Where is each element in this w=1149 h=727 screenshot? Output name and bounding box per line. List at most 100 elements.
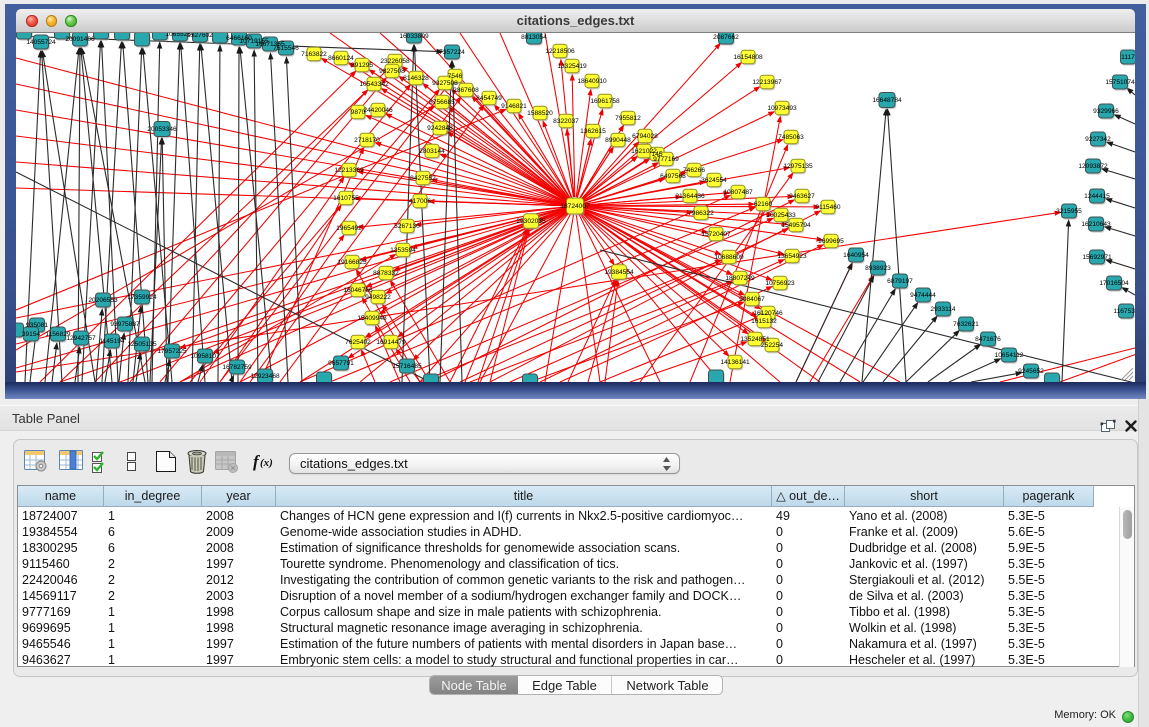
svg-text:9463627: 9463627 bbox=[789, 193, 815, 200]
svg-text:7632621: 7632621 bbox=[953, 321, 979, 328]
svg-text:1353594: 1353594 bbox=[390, 247, 416, 254]
svg-text:16782759: 16782759 bbox=[222, 364, 252, 371]
svg-text:8454749: 8454749 bbox=[476, 95, 502, 102]
svg-text:9245652: 9245652 bbox=[1018, 368, 1044, 375]
svg-text:9827508: 9827508 bbox=[379, 68, 405, 75]
svg-text:18807249: 18807249 bbox=[725, 275, 755, 282]
svg-text:14136141: 14136141 bbox=[720, 359, 750, 366]
svg-text:19384554: 19384554 bbox=[604, 269, 634, 276]
svg-text:8813054: 8813054 bbox=[521, 34, 547, 41]
svg-text:1615132: 1615132 bbox=[751, 318, 777, 325]
svg-text:935081: 935081 bbox=[26, 322, 48, 329]
svg-text:1965492: 1965492 bbox=[336, 225, 362, 232]
svg-text:8146328: 8146328 bbox=[403, 75, 429, 82]
svg-text:21364436: 21364436 bbox=[675, 193, 705, 200]
svg-text:6794028: 6794028 bbox=[632, 133, 658, 140]
svg-text:9870: 9870 bbox=[351, 109, 366, 116]
svg-text:8878332: 8878332 bbox=[373, 270, 399, 277]
svg-text:16033809: 16033809 bbox=[399, 33, 429, 40]
svg-text:3624554: 3624554 bbox=[701, 177, 727, 184]
svg-text:19166825: 19166825 bbox=[337, 259, 367, 266]
svg-text:1588520: 1588520 bbox=[527, 110, 553, 117]
svg-text:3267130: 3267130 bbox=[394, 223, 420, 230]
svg-text:9474444: 9474444 bbox=[910, 292, 936, 299]
svg-text:8990448: 8990448 bbox=[605, 137, 631, 144]
svg-text:12923468: 12923468 bbox=[250, 373, 280, 380]
svg-text:14055724: 14055724 bbox=[26, 39, 56, 46]
svg-text:2087662: 2087662 bbox=[713, 34, 739, 41]
svg-text:2933114: 2933114 bbox=[930, 306, 956, 313]
svg-text:7163822: 7163822 bbox=[301, 51, 327, 58]
svg-text:20053346: 20053346 bbox=[147, 126, 177, 133]
svg-text:8322037: 8322037 bbox=[553, 118, 579, 125]
svg-text:62160: 62160 bbox=[754, 201, 773, 208]
svg-text:17957225: 17957225 bbox=[157, 348, 187, 355]
svg-text:9115460: 9115460 bbox=[815, 204, 841, 211]
svg-text:1244415: 1244415 bbox=[1084, 193, 1110, 200]
svg-text:9329966: 9329966 bbox=[1093, 108, 1119, 115]
svg-text:15751074: 15751074 bbox=[1105, 79, 1135, 86]
svg-text:15716485: 15716485 bbox=[392, 363, 422, 370]
svg-text:1640954: 1640954 bbox=[843, 252, 869, 259]
svg-text:891295: 891295 bbox=[351, 62, 373, 69]
svg-text:16046766: 16046766 bbox=[343, 287, 373, 294]
svg-text:39154: 39154 bbox=[22, 331, 41, 338]
svg-text:12093872: 12093872 bbox=[1078, 163, 1108, 170]
svg-text:252254: 252254 bbox=[761, 342, 783, 349]
svg-text:9498222: 9498222 bbox=[365, 294, 391, 301]
svg-text:93975887: 93975887 bbox=[110, 321, 140, 328]
svg-text:20206553: 20206553 bbox=[88, 297, 118, 304]
svg-text:8427552: 8427552 bbox=[410, 175, 436, 182]
svg-text:9657791: 9657791 bbox=[328, 360, 354, 367]
svg-text:15692971: 15692971 bbox=[1082, 254, 1112, 261]
svg-text:2803144: 2803144 bbox=[419, 148, 445, 155]
svg-text:8471676: 8471676 bbox=[975, 336, 1001, 343]
svg-text:7955812: 7955812 bbox=[615, 115, 641, 122]
svg-text:13654923: 13654923 bbox=[777, 253, 807, 260]
svg-text:12218506: 12218506 bbox=[545, 48, 575, 55]
svg-text:1527602: 1527602 bbox=[187, 33, 213, 39]
svg-text:10973493: 10973493 bbox=[767, 105, 797, 112]
svg-text:18724007: 18724007 bbox=[560, 203, 590, 210]
svg-text:746266: 746266 bbox=[683, 167, 705, 174]
svg-text:9327508: 9327508 bbox=[432, 80, 458, 87]
svg-text:1145194: 1145194 bbox=[99, 338, 125, 345]
svg-text:23226058: 23226058 bbox=[380, 58, 410, 65]
svg-text:7357224: 7357224 bbox=[439, 49, 465, 56]
svg-text:9242848: 9242848 bbox=[427, 125, 453, 132]
svg-text:8756685: 8756685 bbox=[429, 99, 455, 106]
svg-text:7625402: 7625402 bbox=[345, 339, 371, 346]
svg-text:16120746: 16120746 bbox=[753, 310, 783, 317]
svg-text:10025433: 10025433 bbox=[766, 212, 796, 219]
svg-text:12975135: 12975135 bbox=[783, 163, 813, 170]
svg-text:1610755: 1610755 bbox=[333, 195, 359, 202]
svg-text:15720407: 15720407 bbox=[701, 231, 731, 238]
svg-text:1362615: 1362615 bbox=[580, 128, 606, 135]
svg-text:10958107: 10958107 bbox=[190, 353, 220, 360]
svg-text:3215955: 3215955 bbox=[1056, 208, 1082, 215]
svg-text:20091406: 20091406 bbox=[65, 36, 95, 43]
svg-text:1117: 1117 bbox=[1121, 54, 1135, 61]
svg-text:15495794: 15495794 bbox=[781, 222, 811, 229]
svg-text:16961758: 16961758 bbox=[590, 98, 620, 105]
svg-text:10756923: 10756923 bbox=[765, 280, 795, 287]
svg-text:9699695: 9699695 bbox=[818, 238, 844, 245]
svg-text:10807487: 10807487 bbox=[723, 189, 753, 196]
svg-text:12942757: 12942757 bbox=[66, 335, 96, 342]
svg-text:9227342: 9227342 bbox=[1085, 136, 1111, 143]
svg-text:9084067: 9084067 bbox=[739, 296, 765, 303]
svg-text:16210643: 16210643 bbox=[1081, 221, 1111, 228]
svg-text:16154808: 16154808 bbox=[733, 54, 763, 61]
svg-text:8660124: 8660124 bbox=[328, 55, 354, 62]
svg-text:9146821: 9146821 bbox=[501, 103, 527, 110]
svg-text:(x): (x) bbox=[260, 457, 273, 469]
svg-text:12213369: 12213369 bbox=[334, 167, 364, 174]
svg-text:417006: 417006 bbox=[409, 198, 431, 205]
svg-text:25302035: 25302035 bbox=[516, 218, 546, 225]
svg-text:17359924: 17359924 bbox=[127, 294, 157, 301]
svg-text:10543342: 10543342 bbox=[359, 81, 389, 88]
svg-text:7515546: 7515546 bbox=[273, 45, 299, 52]
svg-text:12505135: 12505135 bbox=[127, 341, 157, 348]
svg-text:18640910: 18640910 bbox=[577, 78, 607, 85]
svg-text:2718170: 2718170 bbox=[354, 137, 380, 144]
